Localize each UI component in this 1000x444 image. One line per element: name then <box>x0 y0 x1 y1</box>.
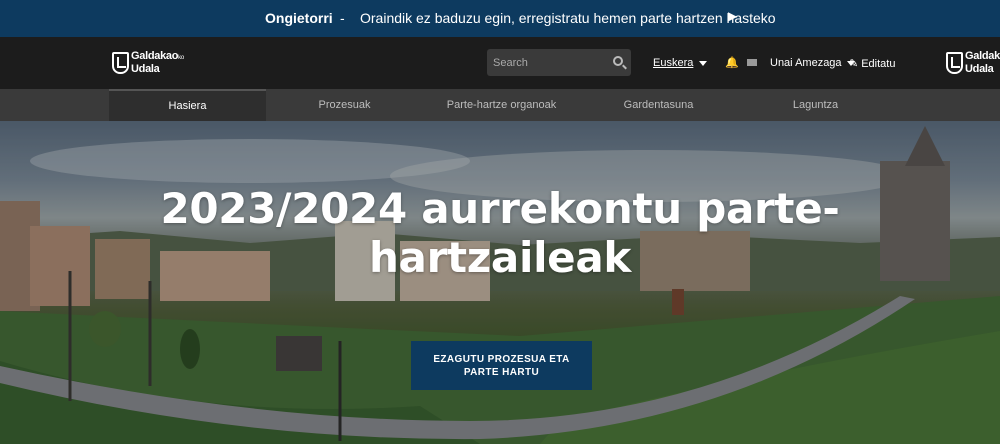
search-icon[interactable] <box>613 56 623 66</box>
banner-title: Ongietorri <box>265 10 333 26</box>
shield-icon <box>946 52 963 74</box>
language-selector[interactable]: Euskera <box>653 57 708 69</box>
top-header: Galdakaoko Udala Euskera 🔔 Unai Amezaga … <box>0 37 1000 89</box>
main-navigation: Hasiera Prozesuak Parte-hartze organoak … <box>0 89 1000 121</box>
nav-item-gardentasuna[interactable]: Gardentasuna <box>580 89 737 121</box>
bell-icon[interactable]: 🔔 <box>725 56 739 69</box>
nav-item-laguntza[interactable]: Laguntza <box>737 89 894 121</box>
galdakao-logo-secondary[interactable]: Galdakaoko Udala <box>946 51 1000 75</box>
edit-label: Editatu <box>861 57 896 70</box>
user-name: Unai Amezaga <box>770 57 842 69</box>
hero-overlay <box>0 121 1000 444</box>
nav-item-prozesuak[interactable]: Prozesuak <box>266 89 423 121</box>
logo-text-line2: Udala <box>965 63 994 75</box>
nav-item-hasiera[interactable]: Hasiera <box>109 89 266 121</box>
search-box[interactable] <box>487 49 631 76</box>
discover-process-button[interactable]: EZAGUTU PROZESUA ETA PARTE HARTU <box>411 341 592 390</box>
cta-line1: EZAGUTU PROZESUA ETA <box>433 353 570 365</box>
hero-title: 2023/2024 aurrekontu parte-hartzaileak <box>160 184 840 282</box>
welcome-banner: Ongietorri - Oraindik ez baduzu egin, er… <box>0 0 1000 37</box>
play-arrow-icon[interactable]: ▶ <box>728 9 737 23</box>
language-label: Euskera <box>653 57 694 69</box>
cta-line2: PARTE HARTU <box>463 366 540 378</box>
logo-text-line1: Galdakao <box>131 50 179 62</box>
user-menu[interactable]: Unai Amezaga <box>770 57 855 69</box>
banner-separator: - <box>340 10 345 26</box>
search-input[interactable] <box>487 49 607 76</box>
pencil-icon: ✎ <box>849 58 859 70</box>
logo-text-line2: Udala <box>131 63 160 75</box>
edit-button[interactable]: ✎ Editatu <box>849 57 896 71</box>
logo-text-line1: Galdakao <box>965 50 1000 62</box>
galdakao-logo[interactable]: Galdakaoko Udala <box>112 51 184 75</box>
logo-suffix: ko <box>178 55 184 61</box>
chevron-down-icon <box>699 60 708 66</box>
hero-section: 2023/2024 aurrekontu parte-hartzaileak E… <box>0 121 1000 444</box>
mail-icon[interactable] <box>747 59 757 66</box>
nav-item-parte-hartze-organoak[interactable]: Parte-hartze organoak <box>423 89 580 121</box>
banner-register-link[interactable]: Oraindik ez baduzu egin, erregistratu he… <box>360 10 776 26</box>
shield-icon <box>112 52 129 74</box>
